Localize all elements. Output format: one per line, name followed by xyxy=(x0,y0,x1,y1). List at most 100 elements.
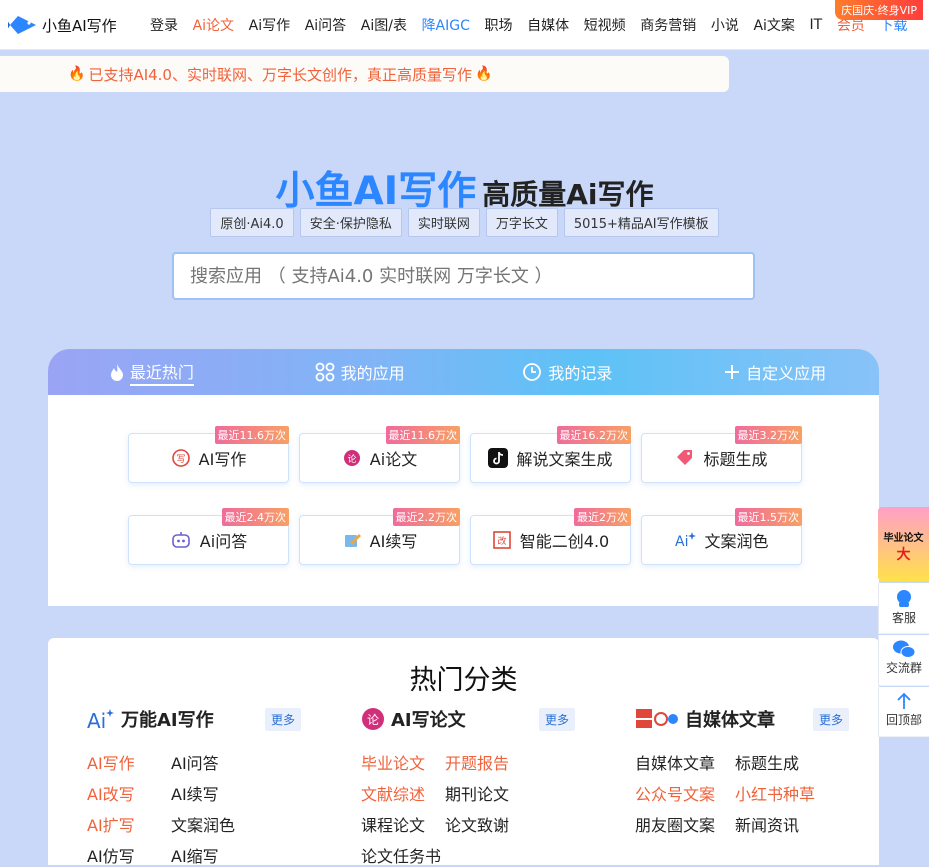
promo-text: 大 xyxy=(896,547,911,563)
tab-label: 自定义应用 xyxy=(746,364,827,383)
pen-icon xyxy=(342,530,362,550)
flame-icon xyxy=(110,364,123,381)
customer-service-button[interactable]: 客服 xyxy=(878,583,929,634)
category-link[interactable]: 论文致谢 xyxy=(445,812,545,835)
category-link[interactable]: 文案润色 xyxy=(171,812,261,835)
app-grid: 写 AI写作 最近11.6万次 论 Ai论文 最近11.6万次 解说文案生成 最… xyxy=(128,426,803,565)
nav-ai-writing[interactable]: Ai写作 xyxy=(249,15,290,35)
category-link[interactable]: AI问答 xyxy=(171,750,261,773)
category-link[interactable]: AI写作 xyxy=(87,750,171,773)
tab-label: 我的应用 xyxy=(340,364,405,383)
sidebar-label: 回顶部 xyxy=(885,713,922,727)
tab-custom-app[interactable]: 自定义应用 xyxy=(671,349,879,395)
usage-badge: 最近11.6万次 xyxy=(214,426,289,444)
svg-text:Ai: Ai xyxy=(675,534,688,550)
logo[interactable]: 小鱼AI写作 xyxy=(8,12,117,38)
nav-reduce-aigc[interactable]: 降AIGC xyxy=(422,15,470,35)
category-link[interactable]: 标题生成 xyxy=(735,750,835,773)
nav-marketing[interactable]: 商务营销 xyxy=(640,15,696,35)
feature-tags: 原创·Ai4.0 安全·保护隐私 实时联网 万字长文 5015+精品AI写作模板 xyxy=(0,208,929,237)
chat-group-button[interactable]: 交流群 xyxy=(878,635,929,686)
nav-self-media[interactable]: 自媒体 xyxy=(527,15,569,35)
floating-sidebar: 毕业论文 大 客服 交流群 回顶部 xyxy=(878,507,929,737)
category-link[interactable]: 公众号文案 xyxy=(635,781,735,804)
fish-logo-icon xyxy=(8,16,36,34)
category-link[interactable]: 论文任务书 xyxy=(361,843,445,866)
category-name: 万能AI写作 xyxy=(121,710,214,731)
tab-my-apps[interactable]: 我的应用 xyxy=(256,349,464,395)
usage-badge: 最近2.2万次 xyxy=(392,508,460,526)
category-link[interactable]: AI仿写 xyxy=(87,843,171,866)
section-title: 热门分类 xyxy=(409,665,518,696)
category-link[interactable]: 开题报告 xyxy=(445,750,545,773)
feature-tag: 安全·保护隐私 xyxy=(299,208,402,237)
more-button[interactable]: 更多 xyxy=(265,708,302,731)
edit-icon: 改 xyxy=(492,530,512,550)
nav-workplace[interactable]: 职场 xyxy=(485,15,513,35)
svg-text:Ai: Ai xyxy=(87,709,106,731)
app-card-ai-writing[interactable]: 写 AI写作 最近11.6万次 xyxy=(128,426,289,483)
category-column-self-media: 自媒体文章 更多 自媒体文章 标题生成 公众号文案 小红书种草 朋友圈文案 新闻… xyxy=(635,706,875,835)
nav-it[interactable]: IT xyxy=(810,17,823,33)
svg-text:写: 写 xyxy=(176,454,185,465)
category-link[interactable]: 朋友圈文案 xyxy=(635,812,735,835)
nav-login[interactable]: 登录 xyxy=(150,15,178,35)
nav-ai-copy[interactable]: Ai文案 xyxy=(753,15,794,35)
app-card-polish[interactable]: Ai 文案润色 最近1.5万次 xyxy=(641,508,802,565)
app-name: 文案润色 xyxy=(704,532,769,551)
search-input[interactable] xyxy=(172,252,755,300)
category-link[interactable]: AI改写 xyxy=(87,781,171,804)
nav-novel[interactable]: 小说 xyxy=(711,15,739,35)
feature-tag: 5015+精品AI写作模板 xyxy=(563,208,719,237)
app-card-ai-continue[interactable]: AI续写 最近2.2万次 xyxy=(299,508,460,565)
nav-ai-image[interactable]: Ai图/表 xyxy=(361,15,407,35)
announcement-text: 已支持AI4.0、实时联网、万字长文创作，真正高质量写作 xyxy=(88,65,472,84)
usage-badge: 最近16.2万次 xyxy=(556,426,631,444)
category-link[interactable]: 小红书种草 xyxy=(735,781,835,804)
nav-short-video[interactable]: 短视频 xyxy=(584,15,626,35)
back-to-top-button[interactable]: 回顶部 xyxy=(878,687,929,737)
nav-menu: 登录 Ai论文 Ai写作 Ai问答 Ai图/表 降AIGC 职场 自媒体 短视频… xyxy=(150,0,922,50)
category-link[interactable]: AI扩写 xyxy=(87,812,171,835)
category-link[interactable]: 课程论文 xyxy=(361,812,445,835)
sidebar-label: 交流群 xyxy=(885,661,922,675)
category-link[interactable]: 期刊论文 xyxy=(445,781,545,804)
app-tabs: 最近热门 我的应用 我的记录 自定义应用 xyxy=(48,349,879,395)
more-button[interactable]: 更多 xyxy=(813,708,850,731)
nav-ai-qa[interactable]: Ai问答 xyxy=(305,15,346,35)
app-card-ai-qa[interactable]: Ai问答 最近2.4万次 xyxy=(128,508,289,565)
promo-text: 毕业论文 xyxy=(883,533,924,544)
vip-promo-badge[interactable]: 庆国庆·终身VIP xyxy=(835,0,923,20)
hot-categories-section: 热门分类 Ai 万能AI写作 更多 AI写作 AI问答 AI改写 AI续写 AI… xyxy=(48,638,879,866)
recent-apps-panel: 写 AI写作 最近11.6万次 论 Ai论文 最近11.6万次 解说文案生成 最… xyxy=(48,395,879,606)
usage-badge: 最近3.2万次 xyxy=(734,426,802,444)
category-link[interactable]: 自媒体文章 xyxy=(635,750,735,773)
ai-sparkle-icon: Ai xyxy=(87,709,114,731)
category-links: 毕业论文 开题报告 文献综述 期刊论文 课程论文 论文致谢 论文任务书 xyxy=(361,750,621,866)
feature-tag: 实时联网 xyxy=(407,208,480,237)
arrow-up-icon xyxy=(879,691,929,711)
category-header: Ai 万能AI写作 更多 xyxy=(87,706,327,732)
category-link[interactable] xyxy=(445,843,545,865)
category-link[interactable]: AI缩写 xyxy=(171,843,261,866)
category-name: AI写论文 xyxy=(391,710,466,731)
app-card-ai-paper[interactable]: 论 Ai论文 最近11.6万次 xyxy=(299,426,460,483)
app-card-smart-remix[interactable]: 改 智能二创4.0 最近2万次 xyxy=(470,508,631,565)
category-link[interactable]: 文献综述 xyxy=(361,781,445,804)
category-link[interactable]: 毕业论文 xyxy=(361,750,445,773)
tab-recent-hot[interactable]: 最近热门 xyxy=(48,349,256,395)
app-card-title-gen[interactable]: 标题生成 最近3.2万次 xyxy=(641,426,802,483)
category-link[interactable]: 新闻资讯 xyxy=(735,812,835,835)
app-card-narration-copy[interactable]: 解说文案生成 最近16.2万次 xyxy=(470,426,631,483)
more-button[interactable]: 更多 xyxy=(539,708,576,731)
tab-label: 我的记录 xyxy=(548,364,613,383)
svg-text:改: 改 xyxy=(497,535,506,547)
category-link[interactable]: AI续写 xyxy=(171,781,261,804)
graduation-promo[interactable]: 毕业论文 大 xyxy=(878,507,929,581)
paper-icon: 论 xyxy=(342,448,362,468)
tab-my-records[interactable]: 我的记录 xyxy=(464,349,672,395)
nav-ai-paper[interactable]: Ai论文 xyxy=(193,15,234,35)
app-name: Ai问答 xyxy=(199,532,248,551)
svg-text:论: 论 xyxy=(367,713,379,727)
plus-icon xyxy=(725,365,740,379)
